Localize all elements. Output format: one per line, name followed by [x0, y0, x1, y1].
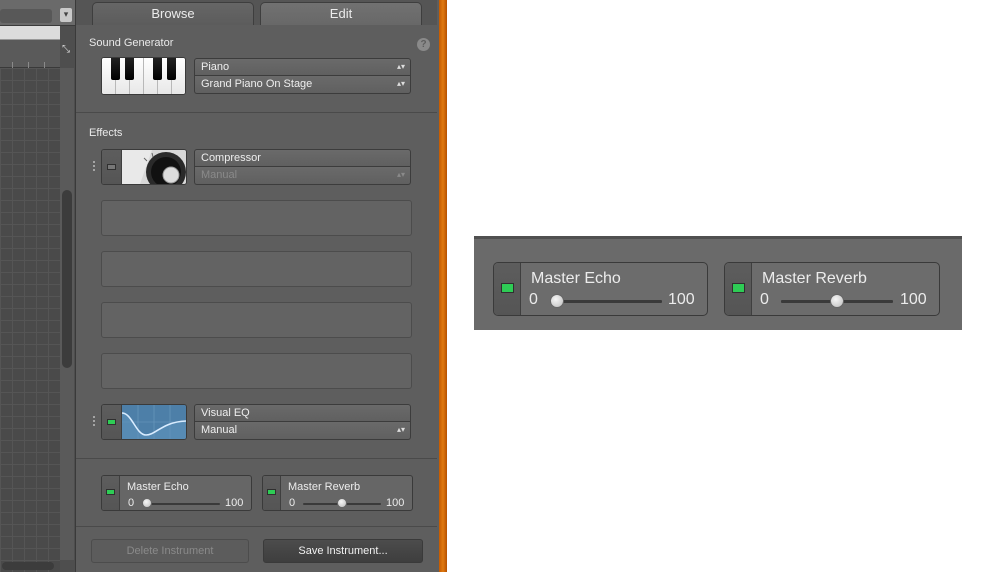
- compressor-icon: [122, 150, 186, 184]
- drag-handle-icon[interactable]: [93, 416, 97, 430]
- preset-select[interactable]: Grand Piano On Stage ▴▾: [194, 76, 411, 94]
- library-panel: Browse Edit Sound Generator ? Piano ▴▾ G…: [75, 0, 438, 572]
- master-reverb-min: 0: [289, 497, 296, 509]
- master-reverb-power-button[interactable]: [263, 476, 281, 510]
- save-instrument-button[interactable]: Save Instrument...: [263, 539, 423, 563]
- tab-browse[interactable]: Browse: [92, 2, 254, 25]
- zoom-master-reverb-min: 0: [760, 291, 769, 308]
- master-echo-slider-track[interactable]: [142, 503, 220, 505]
- master-reverb-slider-knob[interactable]: [337, 498, 347, 508]
- empty-effect-slot[interactable]: [101, 302, 412, 338]
- zoomed-master-effects: Master Echo 0 100 Master Reverb 0 100: [474, 236, 962, 330]
- zoom-master-reverb-power-button[interactable]: [725, 263, 752, 315]
- zoom-master-echo-control: Master Echo 0 100: [493, 262, 708, 316]
- delete-instrument-button: Delete Instrument: [91, 539, 249, 563]
- divider: [76, 112, 438, 113]
- empty-effect-slot[interactable]: [101, 353, 412, 389]
- zoom-master-reverb-control: Master Reverb 0 100: [724, 262, 940, 316]
- master-echo-slider-knob[interactable]: [142, 498, 152, 508]
- power-led-icon: [732, 283, 745, 293]
- chevron-down-icon[interactable]: ▾: [60, 8, 72, 22]
- eq-curve-icon: [122, 405, 186, 439]
- timeline-ruler-ticks: [0, 40, 60, 68]
- master-echo-max: 100: [225, 497, 244, 509]
- zoom-master-reverb-max: 100: [900, 291, 927, 308]
- compressor-power-button[interactable]: [102, 150, 122, 184]
- effects-title: Effects: [89, 127, 123, 139]
- timeline-header: ▾: [0, 0, 75, 26]
- screen: ▾ ⤡ Browse Edit Sound Generator ? Piano …: [0, 0, 997, 572]
- help-icon[interactable]: ?: [417, 38, 430, 51]
- master-reverb-control: Master Reverb 0 100: [262, 475, 413, 511]
- instrument-select[interactable]: Piano ▴▾: [194, 58, 411, 76]
- sound-generator-title: Sound Generator: [89, 37, 174, 49]
- horizontal-scroll-thumb[interactable]: [2, 562, 54, 570]
- compressor-preset-select: Manual ▴▾: [194, 167, 411, 185]
- updown-icon: ▴▾: [396, 79, 405, 88]
- power-led-icon: [106, 489, 115, 495]
- compressor-name-label: Compressor: [201, 152, 261, 164]
- zoom-master-echo-slider-track[interactable]: [550, 300, 662, 303]
- timeline-header-field: [0, 9, 52, 23]
- instrument-select-value: Piano: [201, 61, 230, 73]
- zoom-master-echo-power-button[interactable]: [494, 263, 521, 315]
- window-edge: [439, 0, 447, 572]
- visual-eq-preset-select[interactable]: Manual ▴▾: [194, 422, 411, 440]
- master-echo-power-button[interactable]: [102, 476, 120, 510]
- visual-eq-power-button[interactable]: [102, 405, 122, 439]
- divider: [76, 458, 438, 459]
- master-echo-min: 0: [128, 497, 135, 509]
- updown-icon: ▴▾: [396, 170, 405, 179]
- tracks-area: ▾ ⤡: [0, 0, 75, 572]
- master-reverb-label: Master Reverb: [288, 481, 361, 493]
- zoom-master-reverb-label: Master Reverb: [762, 270, 867, 287]
- divider: [76, 526, 438, 527]
- compressor-slot[interactable]: [101, 149, 187, 185]
- timeline-grid[interactable]: [0, 68, 60, 572]
- compressor-name[interactable]: Compressor: [194, 149, 411, 167]
- drag-handle-icon[interactable]: [93, 161, 97, 175]
- timeline-ruler: [0, 26, 60, 40]
- vertical-scroll-thumb[interactable]: [62, 190, 72, 368]
- zoom-master-echo-max: 100: [668, 291, 695, 308]
- preset-select-value: Grand Piano On Stage: [201, 78, 313, 90]
- updown-icon: ▴▾: [396, 62, 405, 71]
- master-reverb-max: 100: [386, 497, 405, 509]
- zoom-master-reverb-slider-knob[interactable]: [830, 294, 844, 308]
- visual-eq-name[interactable]: Visual EQ: [194, 404, 411, 422]
- visual-eq-preset-value: Manual: [201, 424, 238, 436]
- master-echo-label: Master Echo: [127, 481, 189, 493]
- piano-thumbnail[interactable]: [101, 57, 186, 95]
- visual-eq-slot[interactable]: [101, 404, 187, 440]
- empty-effect-slot[interactable]: [101, 251, 412, 287]
- zoom-master-echo-slider-knob[interactable]: [550, 294, 564, 308]
- tab-edit[interactable]: Edit: [260, 2, 422, 25]
- power-led-icon: [107, 164, 116, 170]
- compressor-preset-value: Manual: [201, 169, 238, 181]
- updown-icon: ▴▾: [396, 425, 405, 434]
- power-led-icon: [501, 283, 514, 293]
- zoom-master-echo-label: Master Echo: [531, 270, 621, 287]
- visual-eq-name-label: Visual EQ: [201, 407, 250, 419]
- master-echo-control: Master Echo 0 100: [101, 475, 252, 511]
- tab-bar: Browse Edit: [76, 0, 438, 25]
- power-led-icon: [267, 489, 276, 495]
- zoom-master-echo-min: 0: [529, 291, 538, 308]
- empty-effect-slot[interactable]: [101, 200, 412, 236]
- power-led-icon: [107, 419, 116, 425]
- resize-icon[interactable]: ⤡: [60, 42, 72, 58]
